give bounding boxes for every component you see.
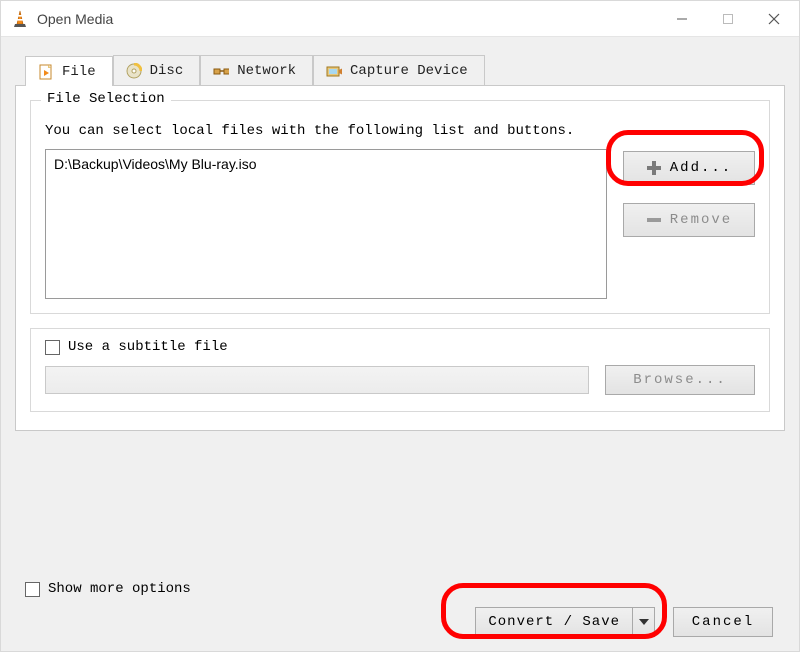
window-controls xyxy=(659,3,797,35)
file-icon xyxy=(38,64,54,80)
file-list[interactable]: D:\Backup\Videos\My Blu-ray.iso xyxy=(45,149,607,299)
network-icon xyxy=(213,63,229,79)
chevron-down-icon xyxy=(639,614,649,630)
tab-capture[interactable]: Capture Device xyxy=(313,55,485,85)
minimize-button[interactable] xyxy=(659,3,705,35)
capture-icon xyxy=(326,63,342,79)
add-button[interactable]: Add... xyxy=(623,151,755,185)
tab-file[interactable]: File xyxy=(25,56,113,86)
subtitle-path-field xyxy=(45,366,589,394)
tab-network[interactable]: Network xyxy=(200,55,313,85)
convert-save-split-button: Convert / Save xyxy=(475,607,655,637)
tab-file-label: File xyxy=(62,64,96,80)
subtitle-checkbox-label: Use a subtitle file xyxy=(68,339,228,355)
subtitle-checkbox[interactable] xyxy=(45,340,60,355)
tab-disc-label: Disc xyxy=(150,63,184,79)
maximize-button[interactable] xyxy=(705,3,751,35)
convert-save-dropdown[interactable] xyxy=(633,607,655,637)
window-title: Open Media xyxy=(37,11,113,27)
open-media-window: Open Media File xyxy=(0,0,800,652)
subtitle-group: Use a subtitle file Browse... xyxy=(30,328,770,412)
show-more-checkbox[interactable] xyxy=(25,582,40,597)
cancel-button[interactable]: Cancel xyxy=(673,607,773,637)
file-selection-group: File Selection You can select local file… xyxy=(30,100,770,314)
tab-strip: File Disc Network Capture Device xyxy=(25,55,785,85)
client-area: File Disc Network Capture Device xyxy=(1,37,799,651)
browse-button-label: Browse... xyxy=(633,372,727,388)
disc-icon xyxy=(126,63,142,79)
add-button-label: Add... xyxy=(670,160,732,176)
cancel-button-label: Cancel xyxy=(692,614,754,630)
tab-disc[interactable]: Disc xyxy=(113,55,201,85)
convert-save-button[interactable]: Convert / Save xyxy=(475,607,633,637)
show-more-label: Show more options xyxy=(48,581,191,597)
remove-button-label: Remove xyxy=(670,212,732,228)
tab-capture-label: Capture Device xyxy=(350,63,468,79)
tab-network-label: Network xyxy=(237,63,296,79)
convert-save-label: Convert / Save xyxy=(488,614,620,630)
minus-icon xyxy=(646,212,662,228)
plus-icon xyxy=(646,160,662,176)
file-selection-legend: File Selection xyxy=(41,91,171,107)
file-list-item[interactable]: D:\Backup\Videos\My Blu-ray.iso xyxy=(54,156,598,172)
footer: Show more options Convert / Save Cancel xyxy=(15,577,785,639)
vlc-cone-icon xyxy=(11,10,29,28)
titlebar: Open Media xyxy=(1,1,799,37)
tab-panel-file: File Selection You can select local file… xyxy=(15,85,785,431)
remove-button[interactable]: Remove xyxy=(623,203,755,237)
browse-button[interactable]: Browse... xyxy=(605,365,755,395)
file-selection-hint: You can select local files with the foll… xyxy=(45,123,755,139)
close-button[interactable] xyxy=(751,3,797,35)
